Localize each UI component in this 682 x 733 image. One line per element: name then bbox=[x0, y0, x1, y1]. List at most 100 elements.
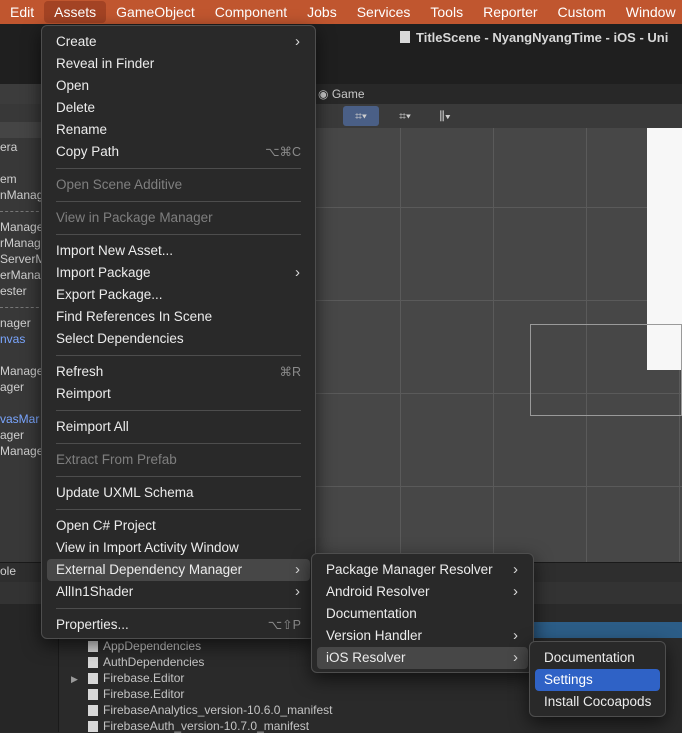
menu-separator bbox=[56, 234, 301, 235]
menu-item-settings[interactable]: Settings bbox=[535, 669, 660, 691]
hierarchy-row[interactable]: ServerM bbox=[0, 252, 45, 266]
hierarchy-row[interactable]: vasMar bbox=[0, 412, 39, 426]
menu-item-reimport-all[interactable]: Reimport All bbox=[47, 416, 310, 438]
menu-item-view-in-package-manager: View in Package Manager bbox=[56, 210, 213, 225]
menu-item-reveal-in-finder[interactable]: Reveal in Finder bbox=[47, 53, 310, 75]
menubar-jobs[interactable]: Jobs bbox=[297, 1, 347, 23]
chevron-right-icon: › bbox=[295, 33, 300, 50]
hierarchy-row[interactable]: Manage bbox=[0, 364, 43, 378]
menu-item-ios-resolver[interactable]: iOS Resolver › bbox=[317, 647, 528, 669]
menu-separator bbox=[56, 509, 301, 510]
menu-item-open[interactable]: Open bbox=[47, 75, 310, 97]
chevron-right-icon: › bbox=[513, 627, 518, 644]
menu-item-version-handler[interactable]: Version Handler › bbox=[317, 625, 528, 647]
chevron-right-icon: › bbox=[513, 583, 518, 600]
menubar-reporter[interactable]: Reporter bbox=[473, 1, 547, 23]
project-selected-row[interactable] bbox=[534, 622, 682, 638]
menubar-edit[interactable]: Edit bbox=[0, 1, 44, 23]
scene-toolbar: ⌗▾ ⌗▾ ⫼▾ bbox=[315, 104, 682, 128]
expand-arrow-icon[interactable]: ▶ bbox=[71, 674, 78, 685]
menubar-services[interactable]: Services bbox=[347, 1, 421, 23]
tab-game[interactable]: ◉ Game bbox=[318, 87, 365, 101]
menu-label: Copy Path bbox=[56, 144, 120, 159]
scene-tabs-bar bbox=[315, 84, 682, 104]
menubar-component[interactable]: Component bbox=[205, 1, 297, 23]
menu-separator bbox=[56, 168, 301, 169]
hierarchy-row[interactable]: nvas bbox=[0, 332, 25, 346]
menu-label: Create bbox=[56, 34, 97, 49]
hierarchy-row[interactable]: nager bbox=[0, 316, 31, 330]
file-icon bbox=[88, 641, 98, 652]
project-file-row[interactable]: AppDependencies bbox=[103, 639, 201, 653]
menu-item-android-resolver[interactable]: Android Resolver › bbox=[317, 581, 528, 603]
hierarchy-row[interactable]: ager bbox=[0, 380, 24, 394]
menu-label: Version Handler bbox=[326, 628, 423, 643]
menubar-custom[interactable]: Custom bbox=[548, 1, 616, 23]
menu-item-create[interactable]: Create › bbox=[47, 31, 310, 53]
menu-item-properties[interactable]: Properties... ⌥⇧P bbox=[47, 614, 310, 636]
hierarchy-row[interactable]: em bbox=[0, 172, 17, 186]
menu-item-select-dependencies[interactable]: Select Dependencies bbox=[47, 328, 310, 350]
menu-label: Refresh bbox=[56, 364, 104, 379]
hierarchy-row[interactable]: Manage bbox=[0, 444, 43, 458]
menu-item-view-import-activity[interactable]: View in Import Activity Window bbox=[47, 537, 310, 559]
menu-item-package-manager-resolver[interactable]: Package Manager Resolver › bbox=[317, 559, 528, 581]
menu-separator bbox=[56, 443, 301, 444]
menubar-window[interactable]: Window bbox=[616, 1, 682, 23]
project-file-row[interactable]: AuthDependencies bbox=[103, 655, 204, 669]
menu-item-extract-from-prefab: Extract From Prefab bbox=[56, 452, 177, 467]
menu-item-import-package[interactable]: Import Package › bbox=[47, 262, 310, 284]
hierarchy-row[interactable]: ester bbox=[0, 284, 27, 298]
menubar-assets[interactable]: Assets bbox=[44, 1, 107, 23]
menu-separator bbox=[56, 476, 301, 477]
camera-bounds bbox=[530, 324, 682, 416]
menu-label: External Dependency Manager bbox=[56, 562, 243, 577]
menu-item-install-cocoapods[interactable]: Install Cocoapods bbox=[535, 691, 660, 713]
hierarchy-row[interactable]: erMana bbox=[0, 268, 41, 282]
grid-snap-icon[interactable]: ⌗▾ bbox=[343, 106, 379, 126]
menu-item-open-csharp-project[interactable]: Open C# Project bbox=[47, 515, 310, 537]
project-file-row[interactable]: FirebaseAnalytics_version-10.6.0_manifes… bbox=[103, 703, 332, 717]
menu-item-ios-documentation[interactable]: Documentation bbox=[535, 647, 660, 669]
menubar-gameobject[interactable]: GameObject bbox=[106, 1, 205, 23]
file-icon bbox=[88, 673, 98, 684]
menu-item-documentation[interactable]: Documentation bbox=[317, 603, 528, 625]
increment-snap-icon[interactable]: ⫼▾ bbox=[427, 106, 463, 126]
menu-item-external-dependency-manager[interactable]: External Dependency Manager › bbox=[47, 559, 310, 581]
chevron-right-icon: › bbox=[295, 264, 300, 281]
menu-item-allin1shader[interactable]: AllIn1Shader › bbox=[47, 581, 310, 603]
shortcut-label: ⌥⌘C bbox=[265, 145, 301, 159]
console-tab-label[interactable]: ole bbox=[0, 564, 16, 578]
game-tab-icon: ◉ bbox=[318, 87, 332, 101]
menu-item-delete[interactable]: Delete bbox=[47, 97, 310, 119]
hierarchy-row[interactable]: nManag bbox=[0, 188, 43, 202]
chevron-right-icon: › bbox=[295, 583, 300, 600]
project-file-row[interactable]: Firebase.Editor bbox=[103, 687, 184, 701]
menu-item-rename[interactable]: Rename bbox=[47, 119, 310, 141]
hierarchy-row[interactable]: ager bbox=[0, 428, 24, 442]
menu-item-reimport[interactable]: Reimport bbox=[47, 383, 310, 405]
window-title: TitleScene - NyangNyangTime - iOS - Uni bbox=[400, 30, 668, 45]
hierarchy-row[interactable]: rManag bbox=[0, 236, 41, 250]
menu-separator bbox=[56, 410, 301, 411]
hierarchy-row[interactable]: era bbox=[0, 140, 17, 154]
project-file-row[interactable]: Firebase.Editor bbox=[103, 671, 184, 685]
menu-separator bbox=[56, 201, 301, 202]
grid-toggle-icon[interactable]: ⌗▾ bbox=[387, 106, 423, 126]
menu-item-import-new-asset[interactable]: Import New Asset... bbox=[47, 240, 310, 262]
menu-item-update-uxml-schema[interactable]: Update UXML Schema bbox=[47, 482, 310, 504]
menu-item-find-references[interactable]: Find References In Scene bbox=[47, 306, 310, 328]
project-file-row[interactable]: FirebaseAuth_version-10.7.0_manifest bbox=[103, 719, 309, 733]
hierarchy-row[interactable]: Manage bbox=[0, 220, 43, 234]
menu-item-copy-path[interactable]: Copy Path ⌥⌘C bbox=[47, 141, 310, 163]
window-title-text: TitleScene - NyangNyangTime - iOS - Uni bbox=[416, 30, 669, 45]
file-icon bbox=[88, 705, 98, 716]
hierarchy-selected-row[interactable] bbox=[0, 122, 44, 138]
menu-label: Android Resolver bbox=[326, 584, 430, 599]
hierarchy-divider bbox=[0, 211, 44, 212]
menu-item-export-package[interactable]: Export Package... bbox=[47, 284, 310, 306]
chevron-right-icon: › bbox=[513, 561, 518, 578]
menu-label: Import Package bbox=[56, 265, 151, 280]
menubar-tools[interactable]: Tools bbox=[420, 1, 473, 23]
menu-item-refresh[interactable]: Refresh ⌘R bbox=[47, 361, 310, 383]
